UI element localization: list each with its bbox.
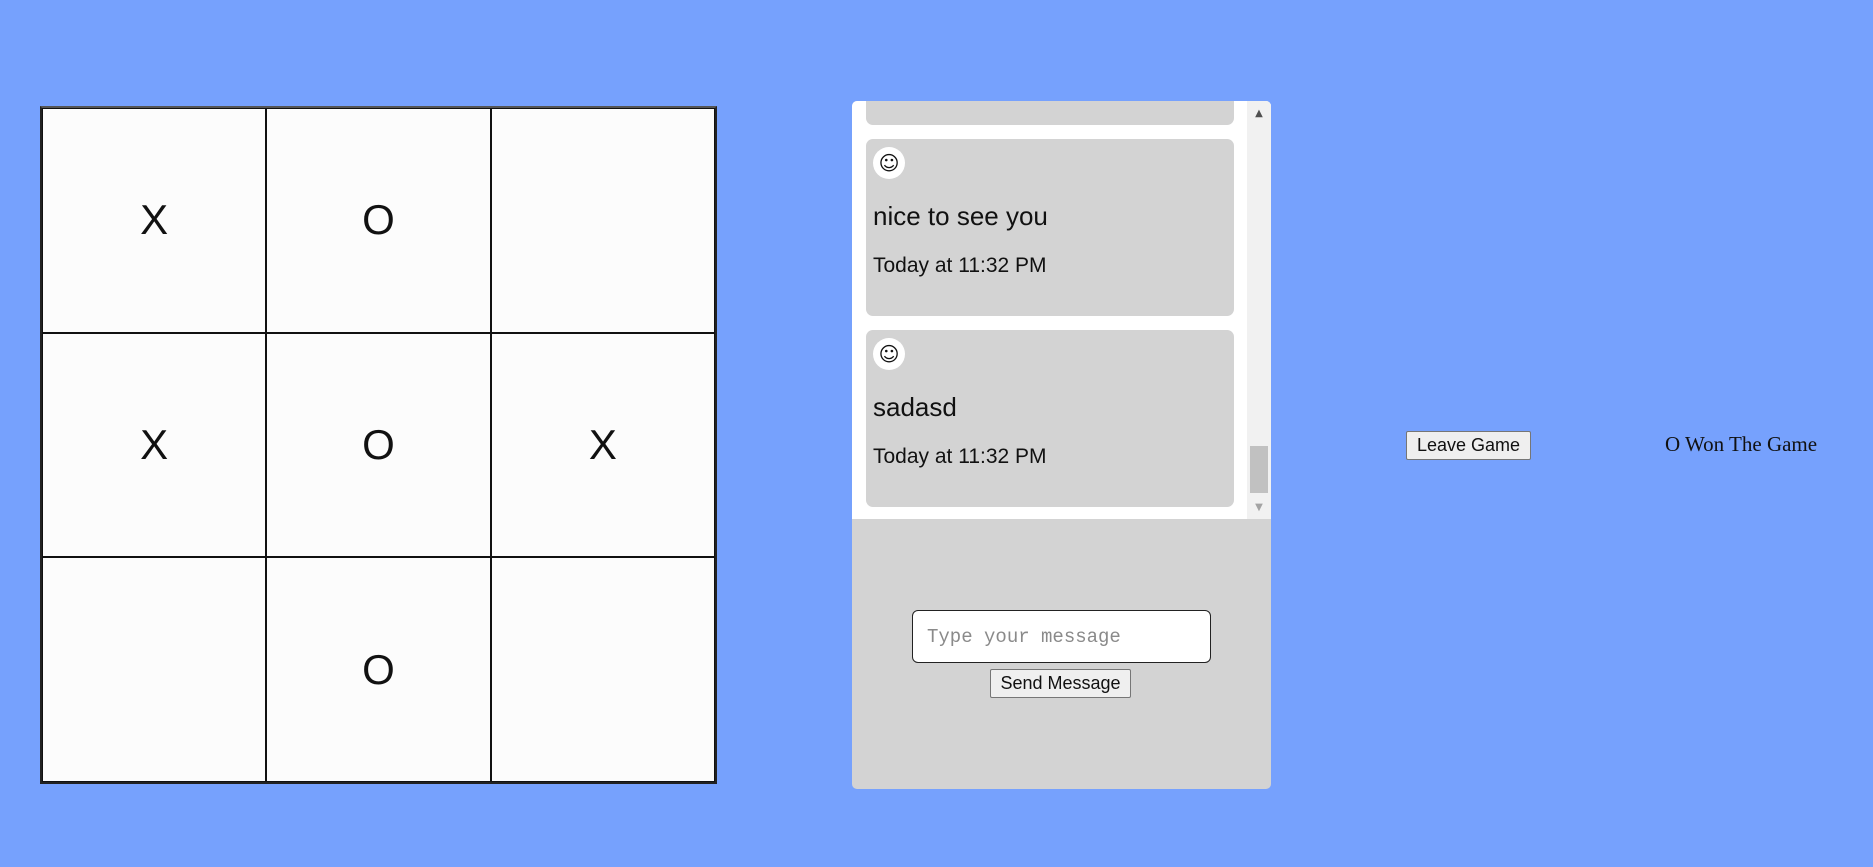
send-message-button[interactable]: Send Message: [990, 669, 1131, 698]
board-cell-8[interactable]: O: [266, 557, 491, 782]
message-text: nice to see you: [873, 201, 1048, 231]
board-cell-7[interactable]: [42, 557, 267, 782]
chat-scrollbar[interactable]: ▲ ▼: [1247, 101, 1271, 519]
message-timestamp: Today at 11:32 PM: [873, 445, 1047, 468]
chat-message: ☺ sadasd Today at 11:32 PM: [866, 330, 1234, 507]
message-input[interactable]: [912, 610, 1211, 663]
board-cell-9[interactable]: [490, 557, 715, 782]
board-cell-1[interactable]: X: [42, 108, 267, 333]
chat-message: ☺ nice to see you Today at 11:32 PM: [866, 139, 1234, 316]
smiley-icon: ☺: [873, 338, 905, 370]
scroll-up-arrow-icon[interactable]: ▲: [1247, 104, 1271, 122]
chat-message: ☺: [866, 101, 1234, 125]
chat-message-list[interactable]: ☺ ☺ nice to see you Today at 11:32 PM ☺ …: [852, 101, 1271, 519]
board-cell-6[interactable]: X: [490, 332, 715, 558]
game-status-text: O Won The Game: [1665, 432, 1818, 456]
board-cell-4[interactable]: X: [42, 332, 267, 558]
smiley-icon: ☺: [873, 147, 905, 179]
scrollbar-thumb[interactable]: [1250, 446, 1268, 493]
tic-tac-toe-board: X O X O X O: [40, 106, 717, 784]
board-cell-3[interactable]: [490, 108, 715, 333]
board-cell-5[interactable]: O: [266, 332, 491, 558]
message-timestamp: Today at 11:32 PM: [873, 254, 1047, 277]
board-cell-2[interactable]: O: [266, 108, 491, 333]
chat-panel: ☺ ☺ nice to see you Today at 11:32 PM ☺ …: [852, 101, 1271, 789]
scroll-down-arrow-icon[interactable]: ▼: [1247, 498, 1271, 516]
leave-game-button[interactable]: Leave Game: [1406, 431, 1531, 460]
message-text: sadasd: [873, 392, 957, 422]
game-page: X O X O X O ☺ ☺ nice to see you Today at…: [0, 0, 1873, 867]
